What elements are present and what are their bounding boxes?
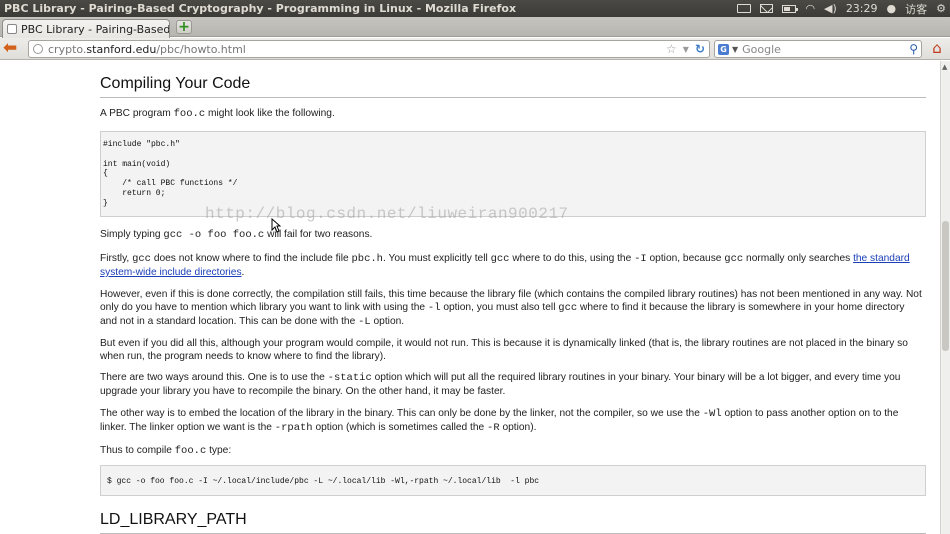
new-tab-button[interactable]: + [176,20,192,34]
keyboard-icon[interactable] [737,4,752,13]
back-button[interactable]: ⬅ [3,40,23,57]
code-block-compile-command: $ gcc -o foo foo.c -I ~/.local/include/p… [100,465,926,496]
window-titlebar: PBC Library - Pairing-Based Cryptography… [0,0,950,17]
paragraph-intro: A PBC program foo.c might look like the … [100,108,335,120]
paragraph-typing: Simply typing gcc -o foo foo.c will fail… [100,229,373,241]
page-content: Compiling Your Code A PBC program foo.c … [100,61,926,534]
scroll-up-icon[interactable]: ▲ [942,63,947,71]
user-icon[interactable]: ● [887,3,897,14]
battery-icon[interactable] [782,4,799,13]
reload-icon[interactable]: ↻ [695,42,705,57]
search-engine-dropdown-icon[interactable]: ▼ [732,45,738,54]
paragraph-but-even: But even if you did all this, although y… [100,338,908,362]
window-title: PBC Library - Pairing-Based Cryptography… [4,2,517,15]
section-heading-ld-library-path: LD_LIBRARY_PATH [100,511,926,534]
section-heading-compiling: Compiling Your Code [100,75,926,98]
paragraph-other-way: The other way is to embed the location o… [100,408,899,434]
user-name[interactable]: 访客 [905,1,927,17]
url-host: stanford.edu [86,42,157,56]
tab-label: PBC Library - Pairing-Based Cr... [21,22,170,36]
browser-tab[interactable]: PBC Library - Pairing-Based Cr... [2,19,170,38]
site-identity-icon[interactable] [33,44,43,54]
gear-icon[interactable]: ⚙ [936,3,946,14]
paragraph-firstly: Firstly, gcc does not know where to find… [100,253,910,278]
mail-icon[interactable] [760,4,774,13]
history-dropdown-icon[interactable]: ▼ [683,42,689,57]
vertical-scrollbar[interactable]: ▲ [940,61,950,534]
paragraph-however: However, even if this is done correctly,… [100,289,922,328]
paragraph-two-ways: There are two ways around this. One is t… [100,372,901,397]
blog-watermark: http://blog.csdn.net/liuweiran900217 [205,205,569,223]
home-button[interactable]: ⌂ [928,40,946,57]
search-icon[interactable]: ⚲ [909,42,918,56]
scrollbar-thumb[interactable] [942,221,949,351]
paragraph-thus: Thus to compile foo.c type: [100,445,232,457]
wifi-icon[interactable]: ◠ [805,3,815,14]
mouse-cursor-icon [271,218,281,233]
clock[interactable]: 23:29 [846,2,878,15]
volume-icon[interactable]: ◀) [824,3,837,14]
search-bar[interactable]: G ▼ Google ⚲ [714,40,922,58]
navigation-toolbar: ⬅ crypto. stanford.edu/pbc/howto.html ☆ ▼… [0,38,950,60]
page-favicon-icon [7,24,17,34]
url-path: /pbc/howto.html [156,42,246,56]
search-input[interactable]: Google [742,43,781,56]
bookmark-star-icon[interactable]: ☆ [666,42,677,57]
url-bar[interactable]: crypto. stanford.edu/pbc/howto.html ☆ ▼ ↻ [28,40,710,58]
url-prefix: crypto. [48,42,87,56]
system-tray: ◠ ◀) 23:29 ● 访客 ⚙ [737,1,950,17]
tab-strip: PBC Library - Pairing-Based Cr... + [0,17,950,38]
search-engine-icon[interactable]: G [718,43,729,55]
